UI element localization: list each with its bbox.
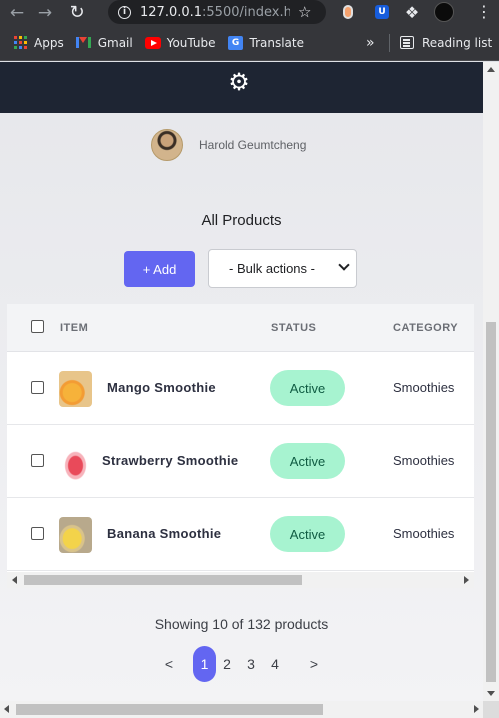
reading-list-button[interactable]: Reading list [400,36,492,50]
status-badge: Active [270,516,345,552]
gmail-icon [76,36,92,50]
pagination-next-button[interactable]: > [309,646,319,682]
scrollbar-thumb[interactable] [486,322,496,682]
bookmark-label: Translate [249,35,305,50]
column-header-status[interactable]: STATUS [271,322,316,334]
site-info-icon[interactable]: i [118,5,131,19]
product-category: Smoothies [393,526,455,541]
reading-list-label: Reading list [422,35,493,50]
translate-icon: G [228,35,244,50]
bookmark-label: Apps [34,35,64,50]
table-header: ITEM STATUS CATEGORY [7,304,474,352]
page-horizontal-scrollbar[interactable] [0,701,483,718]
pagination-summary: Showing 10 of 132 products [154,616,329,632]
reload-icon[interactable]: ↻ [66,2,88,24]
extension-capsule-icon[interactable] [338,2,358,22]
bookmarks-bar: Apps Gmail YouTube G Translate » Reading… [0,25,499,61]
url-path: :5500/index.h... [202,4,290,20]
scrollbar-corner [483,701,499,718]
pagination-page-2[interactable]: 2 [222,646,232,682]
user-profile: Harold Geumtcheng [151,129,306,161]
table-row: Strawberry Smoothie Active Smoothies [7,425,474,498]
browser-toolbar: ← → ↻ i 127.0.0.1:5500/index.h... ☆ U ❖ … [0,0,499,25]
scroll-right-arrow-icon[interactable] [464,576,469,584]
pagination-prev-button[interactable]: < [164,646,174,682]
browser-menu-icon[interactable]: ⋮ [474,3,494,21]
page-viewport: ⚙ Harold Geumtcheng All Products + Add -… [0,62,483,701]
bookmarks-overflow-button[interactable]: » [366,35,375,51]
column-header-category[interactable]: CATEGORY [393,322,458,334]
product-name[interactable]: Strawberry Smoothie [102,453,238,468]
apps-grid-icon [12,36,28,50]
products-table: ITEM STATUS CATEGORY Mango Smoothie Acti… [7,304,474,588]
scroll-right-arrow-icon[interactable] [474,705,479,713]
scroll-left-arrow-icon[interactable] [12,576,17,584]
table-horizontal-scrollbar[interactable] [7,572,474,588]
product-name[interactable]: Banana Smoothie [107,526,221,541]
scroll-down-arrow-icon[interactable] [487,691,495,696]
address-bar[interactable]: i 127.0.0.1:5500/index.h... ☆ [108,0,326,24]
bookmark-label: Gmail [97,35,133,50]
forward-arrow-icon[interactable]: → [34,2,56,24]
app-header: ⚙ [0,62,483,113]
bookmark-youtube[interactable]: YouTube [144,35,216,50]
profile-avatar-icon[interactable] [434,2,454,22]
url-text[interactable]: 127.0.0.1:5500/index.h... [140,5,290,20]
column-header-item[interactable]: ITEM [60,322,88,334]
pagination-page-1[interactable]: 1 [193,646,216,682]
product-thumbnail [59,444,92,480]
scroll-up-arrow-icon[interactable] [487,67,495,72]
product-category: Smoothies [393,380,455,395]
pagination-page-3[interactable]: 3 [246,646,256,682]
bookmark-gmail[interactable]: Gmail [76,36,133,50]
reading-list-icon [400,36,414,49]
product-name[interactable]: Mango Smoothie [107,380,216,395]
select-all-checkbox[interactable] [31,320,44,333]
back-arrow-icon[interactable]: ← [6,2,28,24]
status-badge: Active [270,370,345,406]
chevron-down-icon [338,259,350,271]
bulk-actions-value: - Bulk actions - [229,261,315,276]
status-badge: Active [270,443,345,479]
product-thumbnail [59,517,92,553]
row-checkbox[interactable] [31,381,44,394]
gear-icon[interactable]: ⚙ [227,70,251,94]
bookmark-star-icon[interactable]: ☆ [298,3,311,21]
table-row: Banana Smoothie Active Smoothies [7,498,474,571]
extension-bitwarden-icon[interactable]: U [372,2,392,22]
pagination-page-4[interactable]: 4 [270,646,280,682]
bookmark-label: YouTube [166,35,216,50]
scrollbar-thumb[interactable] [24,575,302,585]
bookmark-translate[interactable]: G Translate [228,35,305,50]
scroll-left-arrow-icon[interactable] [4,705,9,713]
product-thumbnail [59,371,92,407]
youtube-icon [144,36,161,50]
bookmark-apps[interactable]: Apps [12,36,64,50]
scrollbar-thumb[interactable] [16,704,323,715]
row-checkbox[interactable] [31,454,44,467]
bulk-actions-select[interactable]: - Bulk actions - [208,249,357,288]
table-row: Mango Smoothie Active Smoothies [7,352,474,425]
extensions-puzzle-icon[interactable]: ❖ [402,2,422,22]
product-category: Smoothies [393,453,455,468]
avatar[interactable] [151,129,183,161]
row-checkbox[interactable] [31,527,44,540]
url-host: 127.0.0.1 [140,4,203,20]
user-name: Harold Geumtcheng [199,138,307,152]
page-title: All Products [201,212,282,229]
bookmarks-divider [389,33,390,52]
add-product-button[interactable]: + Add [124,251,195,287]
page-vertical-scrollbar[interactable] [483,62,499,701]
